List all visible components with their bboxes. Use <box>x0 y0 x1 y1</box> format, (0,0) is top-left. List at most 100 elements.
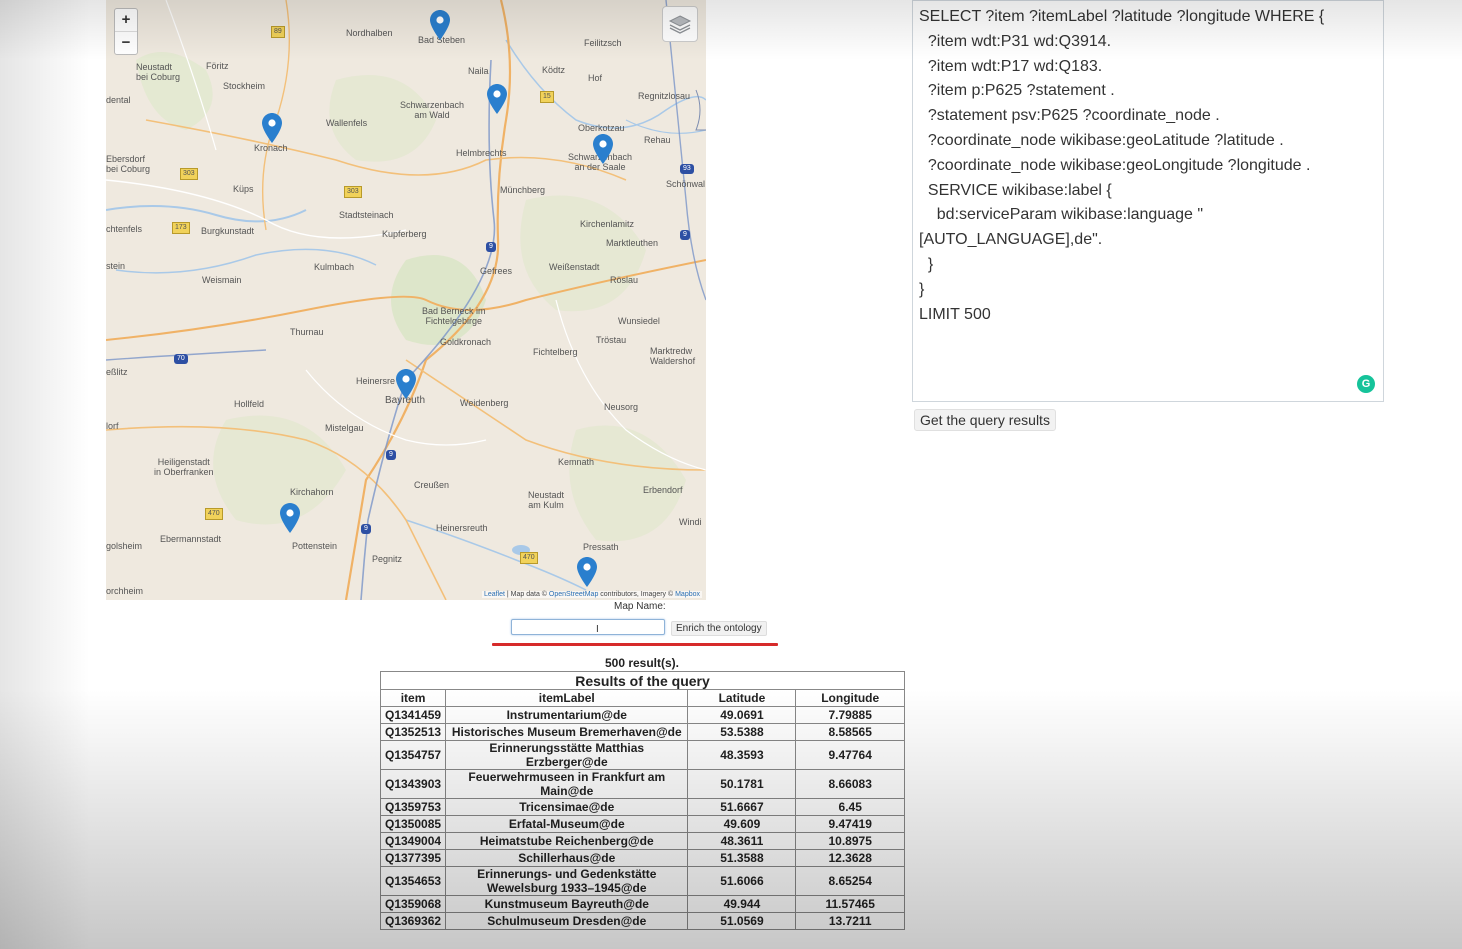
table-row: Q1349004 Heimatstube Reichenberg@de 48.361… <box>379 832 905 850</box>
place-label: Bad Berneck im Fichtelgebirge <box>422 306 486 326</box>
place-label: Pressath <box>583 542 619 552</box>
place-label: Kulmbach <box>314 262 355 272</box>
place-label: Röslau <box>610 275 639 285</box>
place-label: orchheim <box>106 586 144 596</box>
road-shield: 9 <box>486 242 496 252</box>
item-label-cell: Erinnerungsstätte Matthias Erzberger@de <box>445 740 689 770</box>
sparql-query-textarea[interactable]: SELECT ?item ?itemLabel ?latitude ?longi… <box>912 0 1384 402</box>
map-tiles <box>106 0 706 600</box>
result-count: 500 result(s). <box>604 656 680 670</box>
item-cell[interactable]: Q1350085 <box>379 815 447 833</box>
place-label: Stockheim <box>223 81 266 91</box>
map-name-label: Map Name: <box>614 601 666 612</box>
place-label: golsheim <box>106 541 143 551</box>
place-label: Goldkronach <box>440 337 492 347</box>
place-label: dental <box>106 95 131 105</box>
leaflet-link[interactable]: Leaflet <box>484 591 505 598</box>
item-label-cell: Erfatal-Museum@de <box>445 815 689 833</box>
place-label: Marktredw Waldershof <box>650 346 696 366</box>
place-label: Neustadt bei Coburg <box>136 62 181 82</box>
map-marker-icon[interactable] <box>593 134 613 164</box>
longitude-cell: 10.8975 <box>795 832 905 850</box>
zoom-out-button[interactable]: − <box>115 31 137 54</box>
item-cell[interactable]: Q1359068 <box>379 895 447 913</box>
place-label: Neusorg <box>604 402 639 412</box>
map-marker-icon[interactable] <box>262 113 282 143</box>
place-label: Naila <box>468 66 489 76</box>
place-label: lorf <box>106 421 119 431</box>
item-cell[interactable]: Q1377395 <box>379 849 447 867</box>
place-label: Küps <box>233 184 254 194</box>
item-label-cell: Instrumentarium@de <box>445 706 689 724</box>
place-label: Rehau <box>644 135 671 145</box>
enrich-ontology-button[interactable]: Enrich the ontology <box>671 621 767 636</box>
place-label: Windi <box>679 517 702 527</box>
mapbox-link[interactable]: Mapbox <box>675 591 700 598</box>
item-cell[interactable]: Q1354653 <box>379 866 447 896</box>
longitude-cell: 8.66083 <box>795 769 905 799</box>
longitude-cell: 7.79885 <box>795 706 905 724</box>
table-row: Q1354757 Erinnerungsstätte Matthias Erzbe… <box>379 740 905 770</box>
place-label: Föritz <box>206 61 229 71</box>
place-label: Fichtelberg <box>533 347 578 357</box>
item-label-cell: Kunstmuseum Bayreuth@de <box>445 895 689 913</box>
place-label: Ebersdorf bei Coburg <box>106 154 151 174</box>
get-query-results-button[interactable]: Get the query results <box>914 409 1056 431</box>
map-name-input[interactable] <box>511 619 665 635</box>
column-header: Longitude <box>795 689 905 707</box>
latitude-cell: 51.3588 <box>687 849 797 867</box>
road-shield: 89 <box>271 26 285 38</box>
results-table: Results of the query item itemLabel Lati… <box>379 671 905 930</box>
longitude-cell: 8.58565 <box>795 723 905 741</box>
place-label: Nordhalben <box>346 28 393 38</box>
place-label: Wallenfels <box>326 118 368 128</box>
place-label: Burgkunstadt <box>201 226 255 236</box>
item-cell[interactable]: Q1369362 <box>379 912 447 930</box>
latitude-cell: 51.0569 <box>687 912 797 930</box>
map-marker-icon[interactable] <box>280 503 300 533</box>
table-row: Q1354653 Erinnerungs- und Gedenkstätte We… <box>379 866 905 896</box>
item-cell[interactable]: Q1352513 <box>379 723 447 741</box>
grammarly-icon[interactable]: G <box>1357 375 1375 393</box>
place-label: Marktleuthen <box>606 238 659 248</box>
place-label: Thurnau <box>290 327 324 337</box>
road-shield: 173 <box>172 222 190 234</box>
map-view[interactable]: 89 303 303 173 470 470 15 9 70 93 9 9 9 … <box>106 0 706 600</box>
map-marker-icon[interactable] <box>487 84 507 114</box>
longitude-cell: 13.7211 <box>795 912 905 930</box>
place-label: Mistelgau <box>325 423 364 433</box>
place-label: Tröstau <box>596 335 627 345</box>
osm-link[interactable]: OpenStreetMap <box>549 591 598 598</box>
latitude-cell: 49.0691 <box>687 706 797 724</box>
place-label: Heinersre <box>356 376 396 386</box>
item-label-cell: Historisches Museum Bremerhaven@de <box>445 723 689 741</box>
place-label: Pegnitz <box>372 554 403 564</box>
item-label-cell: Schillerhaus@de <box>445 849 689 867</box>
map-marker-icon[interactable] <box>396 369 416 399</box>
road-shield: 303 <box>344 186 362 198</box>
item-cell[interactable]: Q1359753 <box>379 798 447 816</box>
map-marker-icon[interactable] <box>430 10 450 40</box>
place-label: Hollfeld <box>234 399 265 409</box>
place-label: Stadtsteinach <box>339 210 394 220</box>
column-header: Latitude <box>687 689 797 707</box>
place-label: Kupferberg <box>382 229 427 239</box>
place-label: Erbendorf <box>643 485 683 495</box>
longitude-cell: 6.45 <box>795 798 905 816</box>
item-cell[interactable]: Q1343903 <box>379 769 447 799</box>
item-label-cell: Schulmuseum Dresden@de <box>445 912 689 930</box>
item-cell[interactable]: Q1354757 <box>379 740 447 770</box>
zoom-in-button[interactable]: + <box>115 9 137 31</box>
longitude-cell: 11.57465 <box>795 895 905 913</box>
road-shield: 9 <box>361 524 371 534</box>
table-row: Q1359068 Kunstmuseum Bayreuth@de 49.944 11.… <box>379 895 905 913</box>
latitude-cell: 53.5388 <box>687 723 797 741</box>
place-label: Schönwal <box>666 179 706 189</box>
place-label: Ködtz <box>542 65 566 75</box>
layers-button[interactable] <box>662 6 698 42</box>
map-marker-icon[interactable] <box>577 557 597 587</box>
item-cell[interactable]: Q1341459 <box>379 706 447 724</box>
place-label: Kirchahorn <box>290 487 334 497</box>
item-cell[interactable]: Q1349004 <box>379 832 447 850</box>
query-text: SELECT ?item ?itemLabel ?latitude ?longi… <box>919 8 1325 323</box>
